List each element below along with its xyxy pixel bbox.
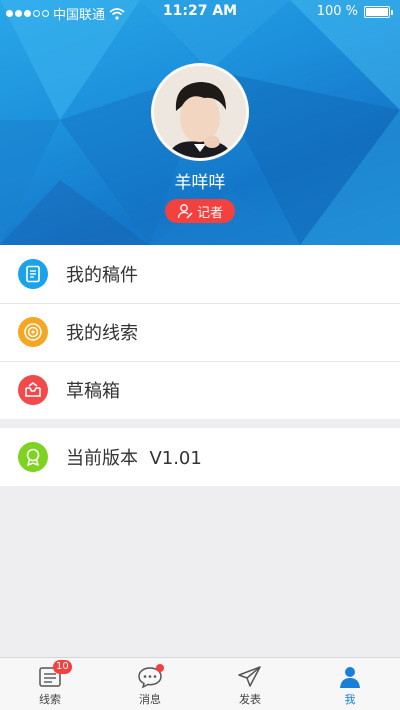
- person-icon: [337, 665, 363, 689]
- role-badge: 记者: [165, 199, 235, 223]
- tab-me[interactable]: 我: [300, 658, 400, 710]
- menu-item-my-manuscripts[interactable]: 我的稿件: [0, 245, 400, 303]
- tab-label: 发表: [239, 693, 261, 706]
- inbox-icon: [18, 375, 48, 405]
- tab-label: 消息: [139, 693, 161, 706]
- username: 羊咩咩: [174, 173, 226, 193]
- chat-icon: [137, 664, 164, 689]
- menu-item-label: 草稿箱: [66, 381, 120, 402]
- tab-label: 线索: [39, 693, 61, 706]
- award-icon: [18, 442, 48, 472]
- send-icon: [237, 665, 263, 689]
- unread-badge: 10: [53, 660, 72, 674]
- list-icon: 10: [37, 660, 72, 689]
- tab-publish[interactable]: 发表: [200, 658, 300, 710]
- profile-header: 中国联通 11:27 AM 100 % 羊咩咩 记者: [0, 0, 400, 245]
- document-icon: [18, 259, 48, 289]
- tab-messages[interactable]: 消息: [100, 658, 200, 710]
- tab-leads[interactable]: 10 线索: [0, 658, 100, 710]
- target-icon: [18, 317, 48, 347]
- battery-percent: 100 %: [316, 4, 358, 19]
- tab-bar: 10 线索 消息 发表 我: [0, 657, 400, 710]
- menu-item-label: 我的线索: [66, 323, 138, 344]
- tab-label: 我: [344, 693, 356, 706]
- menu-item-label: 我的稿件: [66, 265, 138, 286]
- profile-menu: 我的稿件 我的线索 草稿箱: [0, 245, 400, 419]
- menu-item-my-leads[interactable]: 我的线索: [0, 303, 400, 361]
- notification-dot: [156, 664, 164, 672]
- status-bar: 中国联通 11:27 AM 100 %: [0, 0, 400, 24]
- reporter-icon: [177, 204, 193, 219]
- role-label: 记者: [196, 205, 223, 221]
- battery-icon: [364, 5, 393, 18]
- avatar[interactable]: [151, 63, 249, 161]
- menu-item-version[interactable]: 当前版本 V1.01: [0, 428, 400, 486]
- menu-item-drafts[interactable]: 草稿箱: [0, 361, 400, 419]
- version-label: 当前版本 V1.01: [66, 448, 202, 469]
